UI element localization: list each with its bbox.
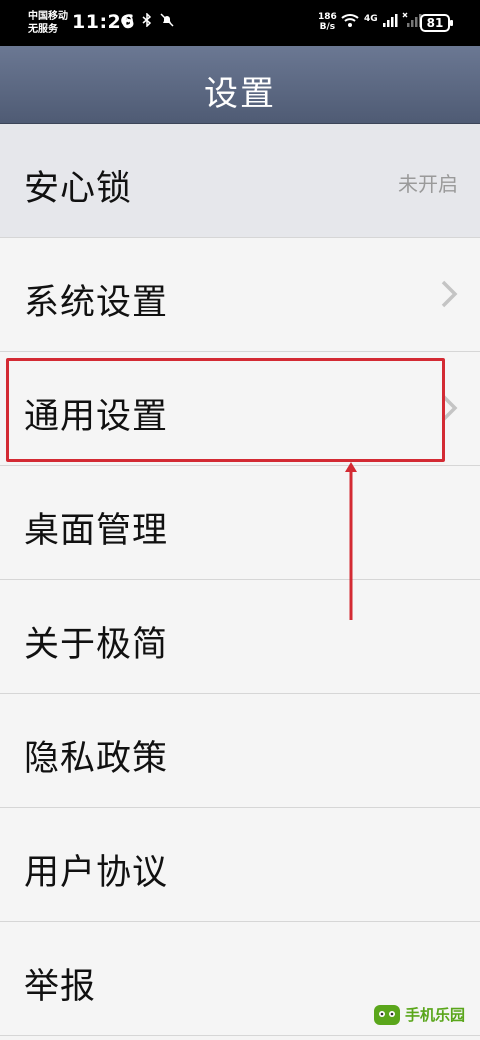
setting-status: 未开启 xyxy=(398,172,458,196)
chevron-right-icon xyxy=(441,280,458,308)
highlight-box xyxy=(6,358,445,462)
setting-label: 桌面管理 xyxy=(24,511,169,551)
setting-label: 隐私政策 xyxy=(24,739,169,779)
page-title: 设置 xyxy=(204,74,276,114)
carrier-status: 无服务 xyxy=(28,24,58,35)
setting-label: 举报 xyxy=(24,967,97,1007)
wifi-icon xyxy=(340,12,360,32)
setting-peace-lock[interactable]: 安心锁 未开启 xyxy=(0,124,480,238)
watermark-logo-icon xyxy=(374,1005,400,1025)
setting-label: 系统设置 xyxy=(24,283,169,323)
net-speed-unit: B/s xyxy=(319,22,336,32)
setting-label: 关于极简 xyxy=(24,625,169,665)
network-type-label: 4G xyxy=(364,14,378,24)
no-signal-icon xyxy=(402,12,422,32)
setting-about[interactable]: 关于极简 xyxy=(0,580,480,694)
annotation-arrow-icon xyxy=(345,462,357,620)
setting-label: 用户协议 xyxy=(24,853,169,893)
setting-user-agreement[interactable]: 用户协议 xyxy=(0,808,480,922)
setting-system-settings[interactable]: 系统设置 xyxy=(0,238,480,352)
signal-icon xyxy=(382,12,398,32)
mute-bell-icon xyxy=(160,13,174,27)
carrier-name: 中国移动 xyxy=(28,11,68,22)
carrier-info: 中国移动 无服务 xyxy=(28,10,68,36)
watermark: 手机乐园 xyxy=(372,996,472,1032)
alarm-icon xyxy=(120,13,134,27)
setting-desktop-management[interactable]: 桌面管理 xyxy=(0,466,480,580)
watermark-text: 手机乐园 xyxy=(405,1005,466,1024)
battery-icon: 81 xyxy=(420,14,453,32)
title-bar: 设置 xyxy=(0,46,480,124)
net-speed-value: 186 xyxy=(318,12,337,22)
net-speed: 186 B/s xyxy=(318,12,337,32)
settings-list: 安心锁 未开启 系统设置 通用设置 桌面管理 关于极简 隐私政策 用户协议 举报 xyxy=(0,124,480,1036)
bluetooth-icon xyxy=(140,13,154,27)
setting-privacy-policy[interactable]: 隐私政策 xyxy=(0,694,480,808)
status-bar: 中国移动 无服务 11:26 186 B/s 4G 81 xyxy=(0,0,480,46)
setting-label: 安心锁 xyxy=(24,169,133,209)
